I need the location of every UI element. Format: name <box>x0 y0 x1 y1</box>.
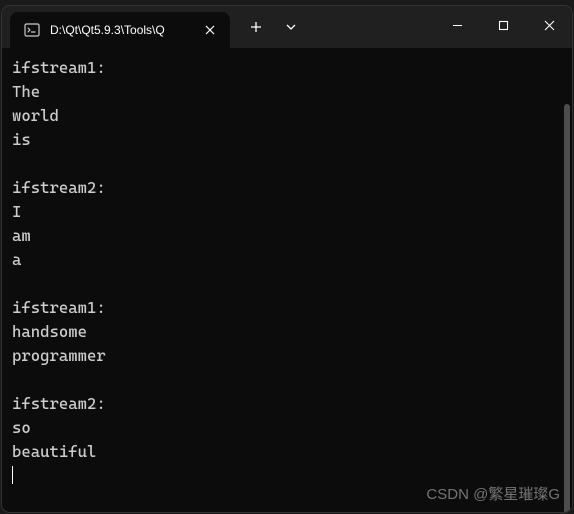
close-icon <box>205 25 215 35</box>
vertical-scrollbar[interactable] <box>564 104 570 512</box>
new-tab-button[interactable] <box>236 6 276 48</box>
terminal-icon <box>24 22 40 38</box>
plus-icon <box>250 21 262 33</box>
minimize-icon <box>452 20 463 31</box>
terminal-viewport[interactable]: ifstream1: The world is ifstream2: I am … <box>2 48 572 512</box>
maximize-icon <box>498 20 509 31</box>
tab-dropdown-button[interactable] <box>276 6 306 48</box>
titlebar: D:\Qt\Qt5.9.3\Tools\Q <box>2 6 572 48</box>
terminal-output: ifstream1: The world is ifstream2: I am … <box>12 56 572 464</box>
maximize-button[interactable] <box>480 6 526 44</box>
terminal-window: D:\Qt\Qt5.9.3\Tools\Q <box>2 6 572 512</box>
chevron-down-icon <box>285 21 297 33</box>
minimize-button[interactable] <box>434 6 480 44</box>
tab-close-button[interactable] <box>200 20 220 40</box>
window-controls <box>434 6 572 48</box>
close-window-button[interactable] <box>526 6 572 44</box>
close-icon <box>544 20 555 31</box>
text-cursor <box>12 466 13 484</box>
tab-title: D:\Qt\Qt5.9.3\Tools\Q <box>50 23 190 37</box>
active-tab[interactable]: D:\Qt\Qt5.9.3\Tools\Q <box>10 12 230 48</box>
tab-actions <box>236 6 306 48</box>
titlebar-drag-area[interactable] <box>306 6 434 48</box>
